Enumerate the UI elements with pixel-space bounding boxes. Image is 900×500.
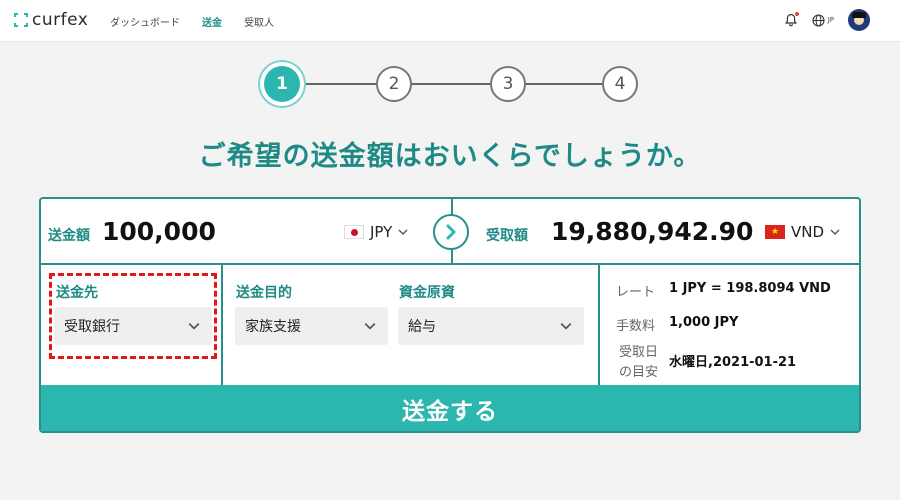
main-nav: ダッシュボード 送金 受取人 [110, 14, 274, 29]
column-divider [598, 265, 600, 385]
source-select[interactable]: 給与 [398, 307, 584, 345]
purpose-label: 送金目的 [236, 285, 292, 301]
rate-value: 1 JPY = 198.8094 VND [669, 281, 831, 296]
receive-amount-value[interactable]: 19,880,942.90 [551, 217, 753, 246]
nav-recipients[interactable]: 受取人 [244, 14, 274, 29]
chevron-down-icon [560, 323, 572, 330]
column-divider [221, 265, 223, 385]
send-currency-code: JPY [370, 223, 393, 241]
language-label: JP [827, 16, 834, 24]
rate-label: レート [616, 285, 656, 300]
send-button[interactable]: 送金する [41, 385, 859, 431]
eta-label-line2: の目安 [619, 365, 659, 380]
chevron-down-icon [830, 229, 840, 235]
step-1: 1 [264, 66, 300, 102]
curfex-logo[interactable]: curfex [14, 10, 88, 30]
step-connector [304, 83, 376, 85]
transfer-form-card: 送金額 100,000 JPY 受取額 19,880,942.90 ★ VND … [39, 197, 861, 433]
step-connector [526, 83, 602, 85]
send-currency-select[interactable]: JPY [344, 223, 408, 241]
progress-stepper: 1 2 3 4 [258, 62, 640, 108]
destination-select[interactable]: 受取銀行 [54, 307, 212, 345]
swap-direction-button[interactable] [433, 214, 469, 250]
logo-mark-icon [14, 13, 28, 27]
step-3: 3 [490, 66, 526, 102]
bell-icon[interactable] [784, 12, 799, 27]
user-avatar[interactable] [848, 9, 870, 31]
destination-label: 送金先 [56, 285, 98, 301]
vietnam-flag-icon: ★ [765, 225, 785, 239]
step-connector [412, 83, 490, 85]
nav-dashboard[interactable]: ダッシュボード [110, 14, 180, 29]
amount-row: 送金額 100,000 JPY 受取額 19,880,942.90 ★ VND [41, 199, 859, 265]
logo-text: curfex [32, 10, 89, 30]
fee-value: 1,000 JPY [669, 315, 739, 330]
source-label: 資金原資 [399, 285, 455, 301]
receive-amount-label: 受取額 [486, 228, 528, 244]
send-amount-label: 送金額 [48, 228, 90, 244]
notification-dot [794, 12, 799, 16]
japan-flag-icon [344, 225, 364, 239]
eta-value: 水曜日,2021-01-21 [669, 355, 797, 370]
top-navigation-bar: curfex ダッシュボード 送金 受取人 JP [0, 0, 900, 42]
purpose-value: 家族支援 [245, 319, 301, 335]
chevron-down-icon [188, 323, 200, 330]
header-actions: JP [784, 9, 870, 31]
chevron-down-icon [398, 229, 408, 235]
step-2: 2 [376, 66, 412, 102]
chevron-down-icon [364, 323, 376, 330]
chevron-right-icon [446, 224, 456, 240]
purpose-select[interactable]: 家族支援 [235, 307, 388, 345]
source-value: 給与 [408, 319, 436, 335]
send-amount-input[interactable]: 100,000 [102, 217, 216, 246]
language-selector[interactable]: JP [812, 13, 834, 27]
page-headline: ご希望の送金額はおいくらでしょうか。 [198, 141, 702, 172]
receive-currency-code: VND [791, 223, 825, 241]
step-4: 4 [602, 66, 638, 102]
details-row: 送金先 受取銀行 送金目的 家族支援 資金原資 給与 レート 1 JPY = 1… [41, 265, 859, 385]
fee-label: 手数料 [616, 319, 656, 334]
nav-remittance[interactable]: 送金 [202, 14, 222, 29]
eta-label-line1: 受取日 [619, 345, 659, 360]
globe-icon [812, 13, 825, 27]
destination-value: 受取銀行 [64, 319, 120, 335]
receive-currency-select[interactable]: ★ VND [765, 223, 840, 241]
